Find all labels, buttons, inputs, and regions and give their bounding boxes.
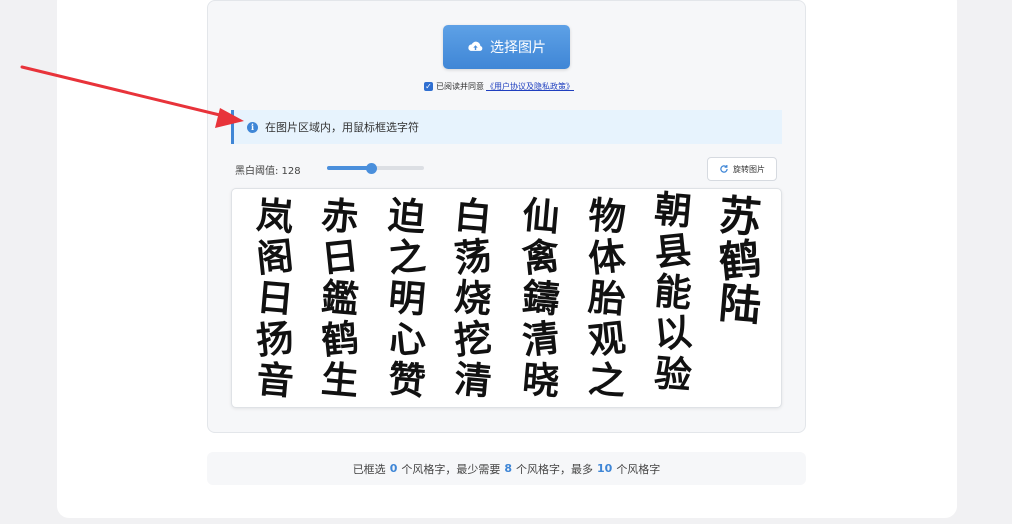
calligraphy-image[interactable]: 苏鹤陆朝县能以验物体胎观之仙禽鑄清晓白荡烧挖清迫之明心赞赤日鑑鹤生岚阁日扬音 [232, 189, 782, 408]
threshold-slider-thumb[interactable] [366, 163, 377, 174]
image-canvas[interactable]: 苏鹤陆朝县能以验物体胎观之仙禽鑄清晓白荡烧挖清迫之明心赞赤日鑑鹤生岚阁日扬音 [231, 188, 782, 408]
agree-checkbox[interactable]: ✓ [424, 81, 433, 91]
rotate-label: 旋转图片 [733, 164, 765, 174]
cloud-upload-icon [468, 41, 483, 51]
threshold-label: 黑白阈值: 128 [235, 166, 301, 177]
calligraphy-char: 禽 [520, 233, 562, 281]
calligraphy-char: 清 [453, 356, 494, 403]
agreement-row: ✓ 已阅读并同意 《用户协议及隐私政策》 [424, 80, 574, 92]
calligraphy-char: 生 [320, 356, 361, 403]
calligraphy-char: 晓 [521, 356, 562, 403]
status-mid1: 个风格字，最少需要 [401, 462, 501, 476]
agreement-link[interactable]: 《用户协议及隐私政策》 [486, 81, 574, 92]
min-count: 8 [504, 462, 512, 475]
calligraphy-char: 验 [653, 350, 694, 397]
calligraphy-char: 音 [255, 356, 296, 403]
status-mid2: 个风格字，最多 [516, 462, 593, 476]
calligraphy-char: 赞 [387, 356, 428, 403]
info-notice: i 在图片区域内，用鼠标框选字符 [231, 110, 782, 144]
status-prefix: 已框选 [352, 462, 386, 476]
status-suffix: 个风格字 [616, 462, 661, 476]
calligraphy-char: 陆 [717, 278, 763, 330]
agree-text: 已阅读并同意 [436, 81, 484, 91]
info-text: 在图片区域内，用鼠标框选字符 [265, 121, 419, 134]
calligraphy-char: 之 [587, 356, 628, 403]
info-icon: i [247, 121, 258, 133]
select-image-label: 选择图片 [490, 40, 546, 56]
select-image-button[interactable]: 选择图片 [443, 25, 570, 69]
max-count: 10 [597, 462, 613, 475]
selected-count: 0 [389, 462, 398, 475]
rotate-image-button[interactable]: 旋转图片 [707, 157, 777, 181]
selection-status: 已框选 0 个风格字，最少需要 8 个风格字，最多 10 个风格字 [207, 452, 806, 485]
rotate-icon [720, 164, 728, 173]
